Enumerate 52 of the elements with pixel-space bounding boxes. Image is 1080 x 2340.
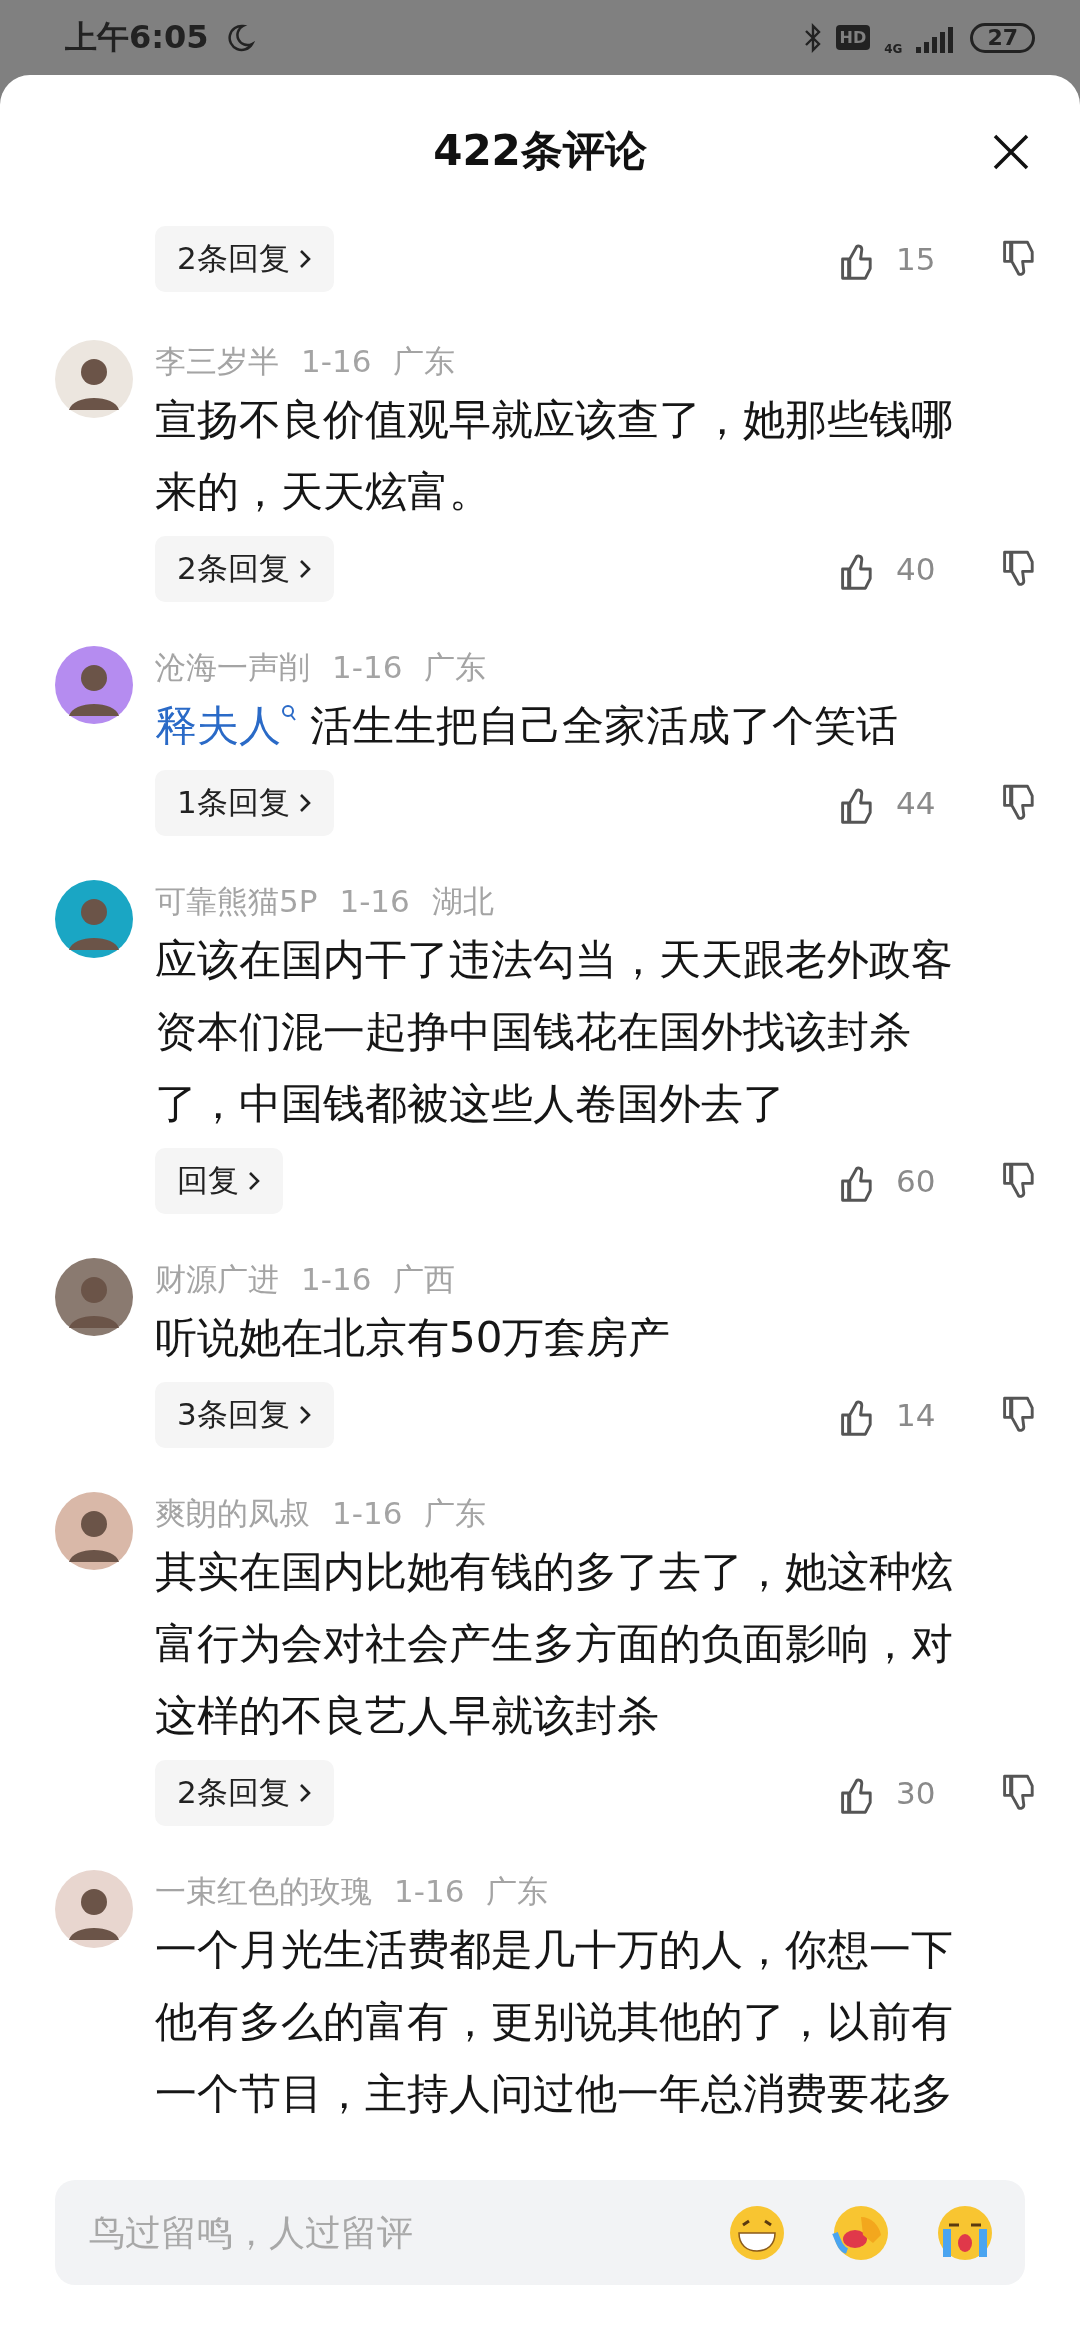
replies-button[interactable]: 2条回复 [155, 536, 334, 602]
comment-region: 广东 [424, 648, 487, 687]
battery-level: 27 [970, 22, 1035, 53]
replies-button[interactable]: 1条回复 [155, 770, 334, 836]
username[interactable]: 爽朗的凤叔 [155, 1492, 310, 1534]
username[interactable]: 可靠熊猫5P [155, 880, 318, 922]
hd-badge: HD [835, 25, 871, 50]
comment-date: 1-16 [301, 1260, 372, 1299]
username[interactable]: 李三岁半 [155, 340, 279, 382]
comment-date: 1-16 [301, 342, 372, 381]
like-button[interactable]: 40 [836, 545, 946, 593]
like-button[interactable]: 15 [836, 235, 946, 283]
comment-region: 广东 [393, 342, 456, 381]
user-avatar[interactable] [55, 646, 133, 724]
like-button[interactable]: 44 [836, 779, 946, 827]
comment-region: 广西 [393, 1260, 456, 1299]
username[interactable]: 一束红色的玫瑰 [155, 1870, 372, 1912]
comment-region: 广东 [486, 1872, 549, 1911]
comment-input-field[interactable]: 鸟过留鸣，人过留评 [87, 2211, 683, 2254]
user-avatar[interactable] [55, 880, 133, 958]
username[interactable]: 财源广进 [155, 1258, 279, 1300]
network-type: 4G [884, 41, 903, 56]
replies-button[interactable]: 回复 [155, 1148, 283, 1214]
replies-button[interactable]: 2条回复 [155, 1760, 334, 1826]
user-avatar[interactable] [55, 1492, 133, 1570]
like-button[interactable]: 30 [836, 1769, 946, 1817]
close-icon[interactable] [992, 133, 1030, 171]
comment-text: 听说她在北京有50万套房产 [155, 1312, 672, 1364]
comment-text: 一个月光生活费都是几十万的人，你想一下他有多么的富有，更别说其他的了，以前有一个节目，主持人问过他一年总消费要花多 [155, 1924, 954, 2120]
replies-button[interactable]: 2条回复 [155, 226, 334, 292]
status-time: 上午6:05 [65, 16, 209, 58]
like-button[interactable]: 14 [836, 1391, 946, 1439]
comment-region: 湖北 [431, 882, 494, 921]
user-avatar[interactable] [55, 1258, 133, 1336]
comment-region: 广东 [424, 1494, 487, 1533]
like-button[interactable]: 60 [836, 1157, 946, 1205]
username[interactable]: 沧海一声削 [155, 646, 310, 688]
comment-text: 释夫人 活生生把自己全家活成了个笑话 [155, 700, 900, 752]
comment-text: 应该在国内干了违法勾当，天天跟老外政客资本们混一起挣中国钱花在国外找该封杀了，中国钱都被这些人卷国外去了 [155, 934, 954, 1130]
comment-date: 1-16 [332, 1494, 403, 1533]
comment-text: 其实在国内比她有钱的多了去了，她这种炫富行为会对社会产生多方面的负面影响，对这样的不良艺人早就该封杀 [155, 1546, 954, 1742]
mention-link[interactable]: 释夫人 [155, 701, 297, 750]
comment-date: 1-16 [332, 648, 403, 687]
bluetooth-icon [803, 22, 822, 53]
replies-button[interactable]: 3条回复 [155, 1382, 334, 1448]
user-avatar[interactable] [55, 1870, 133, 1948]
comment-text: 宣扬不良价值观早就应该查了，她那些钱哪来的，天天炫富。 [155, 394, 954, 518]
comment-box[interactable]: 鸟过留鸣，人过留评 [55, 2180, 1025, 2285]
user-avatar[interactable] [55, 340, 133, 418]
comment-date: 1-16 [339, 882, 410, 921]
comment-date: 1-16 [394, 1872, 465, 1911]
sheet-title: 422条评论 [433, 125, 647, 177]
